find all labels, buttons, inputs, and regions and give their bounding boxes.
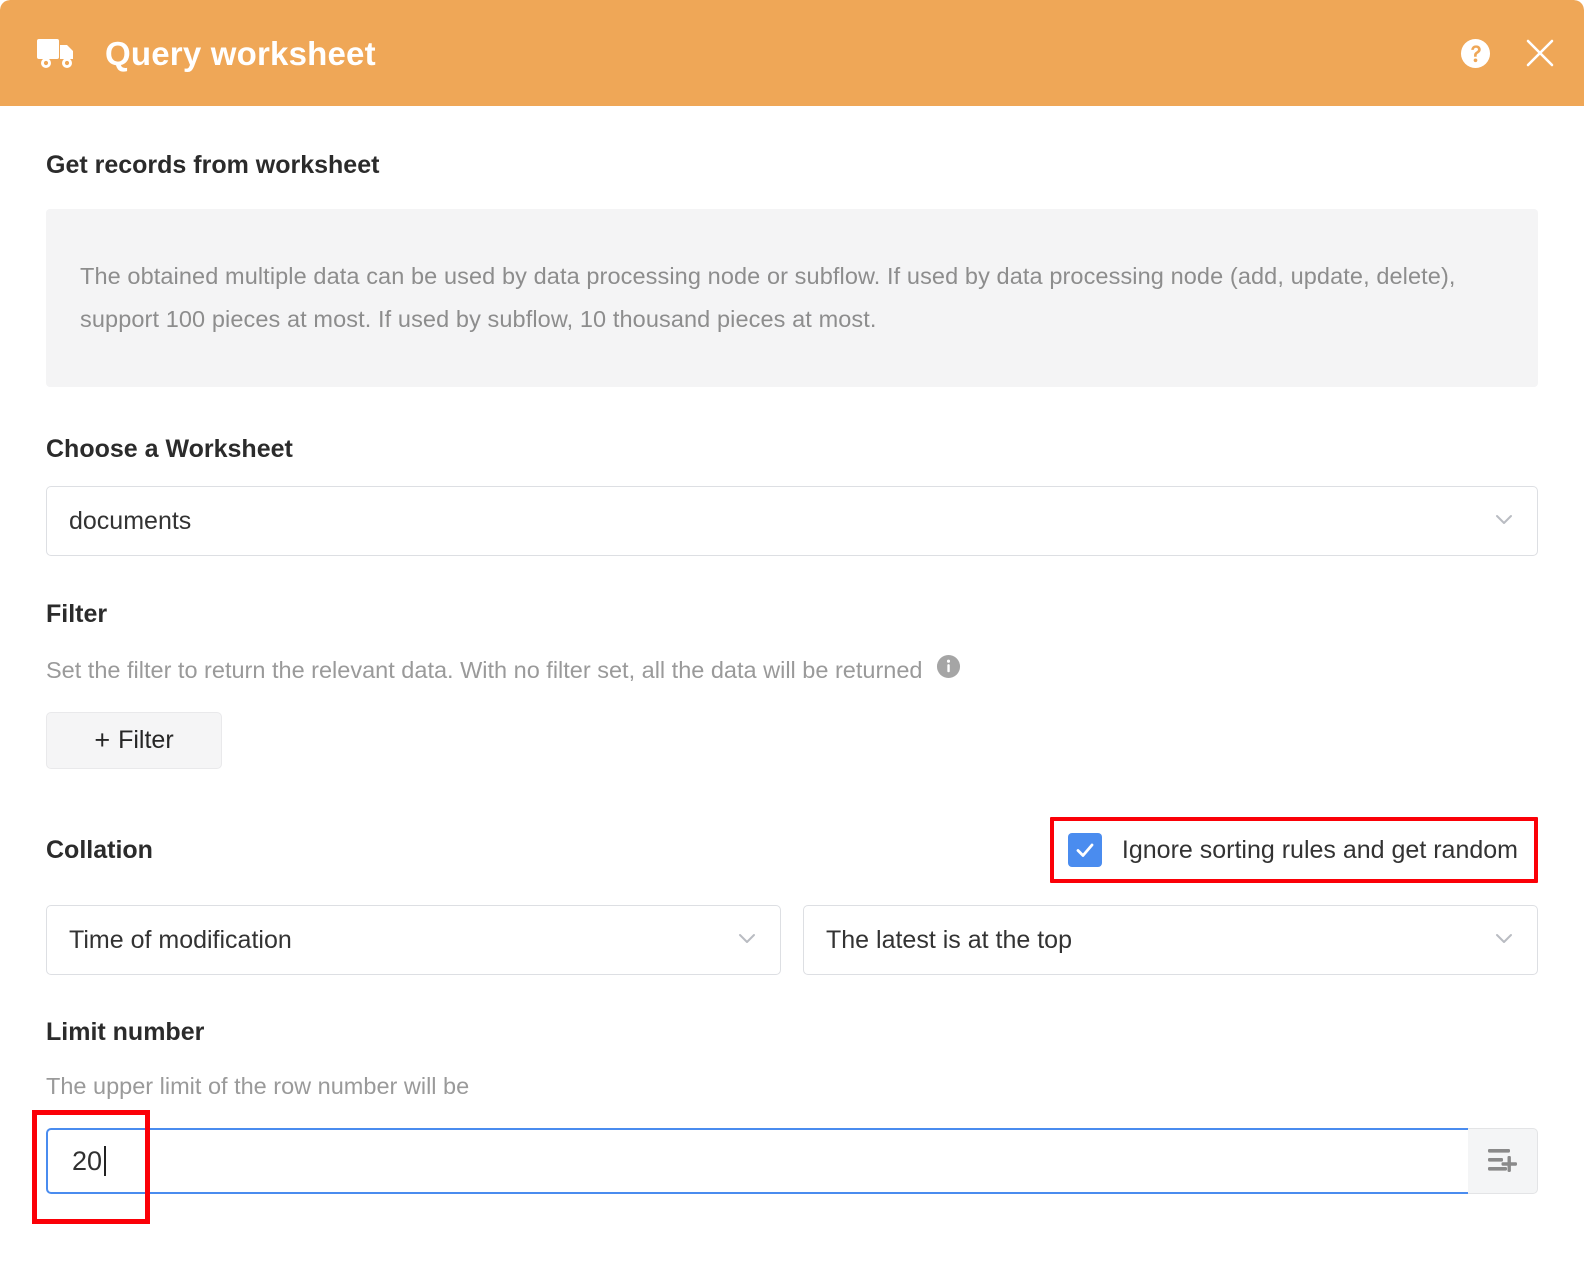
dialog-body: Get records from worksheet The obtained … — [0, 106, 1584, 1225]
add-filter-button-label: Filter — [118, 726, 174, 755]
ignore-sorting-checkbox-label: Ignore sorting rules and get random — [1121, 835, 1518, 864]
worksheet-select[interactable]: documents — [46, 486, 1538, 556]
choose-worksheet-label: Choose a Worksheet — [46, 435, 293, 463]
chevron-down-icon — [1491, 925, 1517, 956]
close-icon[interactable] — [1524, 37, 1556, 69]
chevron-down-icon — [734, 925, 760, 956]
limit-number-hint-text: The upper limit of the row number will b… — [46, 1073, 470, 1100]
info-banner-text: The obtained multiple data can be used b… — [80, 263, 1456, 332]
query-worksheet-dialog: Query worksheet Get records from workshe… — [0, 0, 1584, 1264]
collation-label: Collation — [46, 836, 153, 865]
page-title: Get records from worksheet — [46, 151, 380, 179]
insert-variable-button[interactable] — [1468, 1128, 1538, 1195]
info-banner: The obtained multiple data can be used b… — [46, 209, 1538, 387]
limit-number-hint: The upper limit of the row number will b… — [46, 1047, 1538, 1100]
filter-hint: Set the filter to return the relevant da… — [46, 629, 1538, 685]
sort-field-select[interactable]: Time of modification — [46, 905, 781, 976]
worksheet-select-value: documents — [69, 506, 192, 535]
titlebar-actions — [1460, 37, 1556, 69]
collation-selects-row: Time of modification The latest is at th… — [46, 883, 1538, 976]
filter-hint-text: Set the filter to return the relevant da… — [46, 656, 923, 683]
dialog-title: Query worksheet — [105, 34, 376, 72]
limit-number-label: Limit number — [46, 1018, 205, 1047]
text-caret — [104, 1146, 107, 1177]
ignore-sorting-checkbox[interactable] — [1067, 833, 1102, 868]
help-circle-icon[interactable] — [1460, 38, 1491, 69]
sort-field-select-value: Time of modification — [69, 925, 292, 954]
ignore-sorting-checkbox-row[interactable]: Ignore sorting rules and get random — [1049, 817, 1538, 884]
truck-icon — [36, 36, 80, 70]
chevron-down-icon — [1491, 506, 1517, 537]
limit-number-input[interactable]: 20 — [46, 1128, 1468, 1195]
add-to-list-icon — [1486, 1146, 1520, 1176]
sort-order-select-value: The latest is at the top — [826, 925, 1072, 954]
limit-number-row: 20 — [32, 1110, 1538, 1225]
titlebar-left: Query worksheet — [36, 36, 376, 70]
plus-icon: + — [94, 725, 111, 756]
filter-label: Filter — [46, 600, 108, 628]
info-icon[interactable] — [936, 654, 961, 685]
add-filter-button[interactable]: + Filter — [46, 712, 222, 770]
sort-order-select[interactable]: The latest is at the top — [803, 905, 1538, 976]
dialog-titlebar: Query worksheet — [0, 0, 1584, 106]
collation-header-row: Collation Ignore sorting rules and get r… — [46, 769, 1538, 884]
limit-number-value: 20 — [72, 1145, 103, 1176]
